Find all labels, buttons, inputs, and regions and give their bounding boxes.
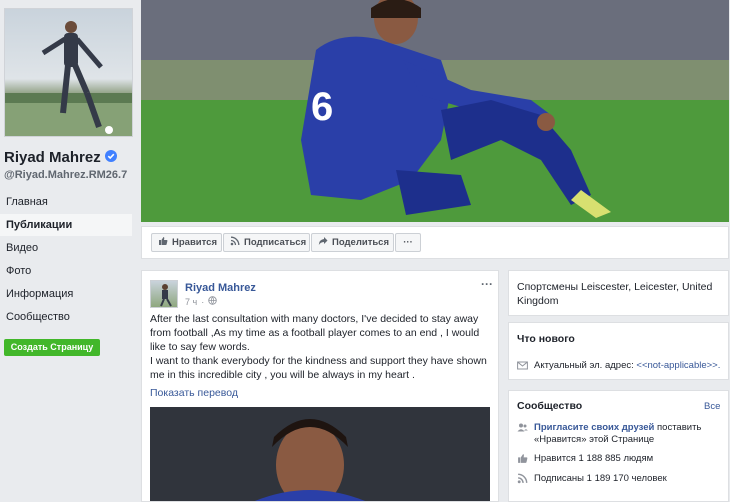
post-card: Riyad Mahrez 7 ч · ··· After the last co… <box>141 270 499 502</box>
verified-badge-icon <box>104 149 117 166</box>
share-arrow-icon <box>318 236 328 249</box>
community-card: Сообщество Все Пригласите своих друзей п… <box>508 390 729 502</box>
invite-text-rest-2: «Нравится» этой Странице <box>534 434 655 445</box>
cover-photo-figure: 6 <box>141 0 729 222</box>
show-translation-link[interactable]: Показать перевод <box>150 387 238 399</box>
nav-item-community[interactable]: Сообщество <box>0 306 132 328</box>
like-page-button[interactable]: Нравится <box>151 233 222 252</box>
post-text-line: like to say few words. <box>150 341 250 353</box>
thumbs-up-icon <box>517 453 528 464</box>
email-text: Актуальный эл. адрес: <<not-applicable>>… <box>534 360 720 372</box>
post-text-line: After the last consultation with many do… <box>150 313 479 325</box>
community-see-all-link[interactable]: Все <box>704 401 720 412</box>
thumbs-up-icon <box>158 236 168 249</box>
profile-photo-figure <box>5 21 132 136</box>
email-label: Актуальный эл. адрес: <box>534 360 637 371</box>
page-handle[interactable]: @Riyad.Mahrez.RM26.7 <box>4 169 127 181</box>
community-title: Сообщество <box>517 400 583 412</box>
post-author-name[interactable]: Riyad Mahrez <box>185 282 256 294</box>
post-time[interactable]: 7 ч <box>185 297 197 307</box>
post-author-avatar[interactable] <box>150 280 178 308</box>
post-meta: 7 ч · <box>185 296 217 307</box>
avatar-figure <box>160 284 172 307</box>
rss-icon <box>230 236 240 249</box>
likes-row: Нравится 1 188 885 людям <box>517 453 653 465</box>
create-page-button[interactable]: Создать Страницу <box>4 339 100 356</box>
profile-photo[interactable] <box>4 8 133 137</box>
invite-text: Пригласите своих друзей поставить «Нрави… <box>534 422 701 446</box>
post-options-icon[interactable]: ··· <box>481 277 493 291</box>
subscribe-button[interactable]: Подписаться <box>223 233 310 252</box>
post-photo-figure <box>150 407 490 501</box>
followers-row: Подписаны 1 189 170 человек <box>517 473 667 485</box>
like-page-label: Нравится <box>172 237 217 248</box>
page-name[interactable]: Riyad Mahrez <box>4 149 117 166</box>
invite-friends-link[interactable]: Пригласите своих друзей <box>534 422 654 433</box>
nav-item-about[interactable]: Информация <box>0 283 132 305</box>
friends-icon <box>517 422 528 433</box>
post-text: After the last consultation with many do… <box>150 312 494 382</box>
svg-text:6: 6 <box>311 85 333 129</box>
post-photo[interactable] <box>150 407 490 501</box>
email-icon <box>517 360 528 371</box>
rss-icon <box>517 473 528 484</box>
nav-item-videos[interactable]: Видео <box>0 237 132 259</box>
cover-photo[interactable]: 6 <box>141 0 729 222</box>
nav-item-posts[interactable]: Публикации <box>0 214 132 236</box>
email-value[interactable]: <<not-applicable>>. <box>636 360 720 371</box>
email-row: Актуальный эл. адрес: <<not-applicable>>… <box>517 360 720 372</box>
invite-friends-row: Пригласите своих друзей поставить «Нрави… <box>517 422 701 446</box>
share-label: Поделиться <box>332 237 390 248</box>
globe-icon <box>208 296 217 307</box>
followers-count: Подписаны 1 189 170 человек <box>534 473 667 484</box>
about-line: Спортсмены Leiscester, Leicester, United <box>517 281 713 293</box>
post-text-line: I want to thank everybody for the kindne… <box>150 355 487 367</box>
likes-count: Нравится 1 188 885 людям <box>534 453 654 464</box>
share-button[interactable]: Поделиться <box>311 233 394 252</box>
more-actions-button[interactable]: ··· <box>395 233 421 252</box>
subscribe-label: Подписаться <box>244 237 307 248</box>
page-name-text[interactable]: Riyad Mahrez <box>4 149 101 166</box>
whats-new-title: Что нового <box>517 333 575 345</box>
post-text-line: from football ,As my time as a football … <box>150 327 480 339</box>
nav-item-photos[interactable]: Фото <box>0 260 132 282</box>
about-card: Спортсмены Leiscester, Leicester, United… <box>508 270 729 316</box>
whats-new-card: Что нового Актуальный эл. адрес: <<not-a… <box>508 322 729 380</box>
page-action-bar: Нравится Подписаться Поделиться ··· <box>141 226 729 259</box>
meta-separator: · <box>201 296 205 307</box>
about-line: Kingdom <box>517 295 559 307</box>
post-text-line: me in this incredible city , you will be… <box>150 369 415 381</box>
about-category: Спортсмены Leiscester, Leicester, United… <box>517 280 712 308</box>
nav-item-home[interactable]: Главная <box>0 191 132 213</box>
invite-text-rest: поставить <box>654 422 702 433</box>
